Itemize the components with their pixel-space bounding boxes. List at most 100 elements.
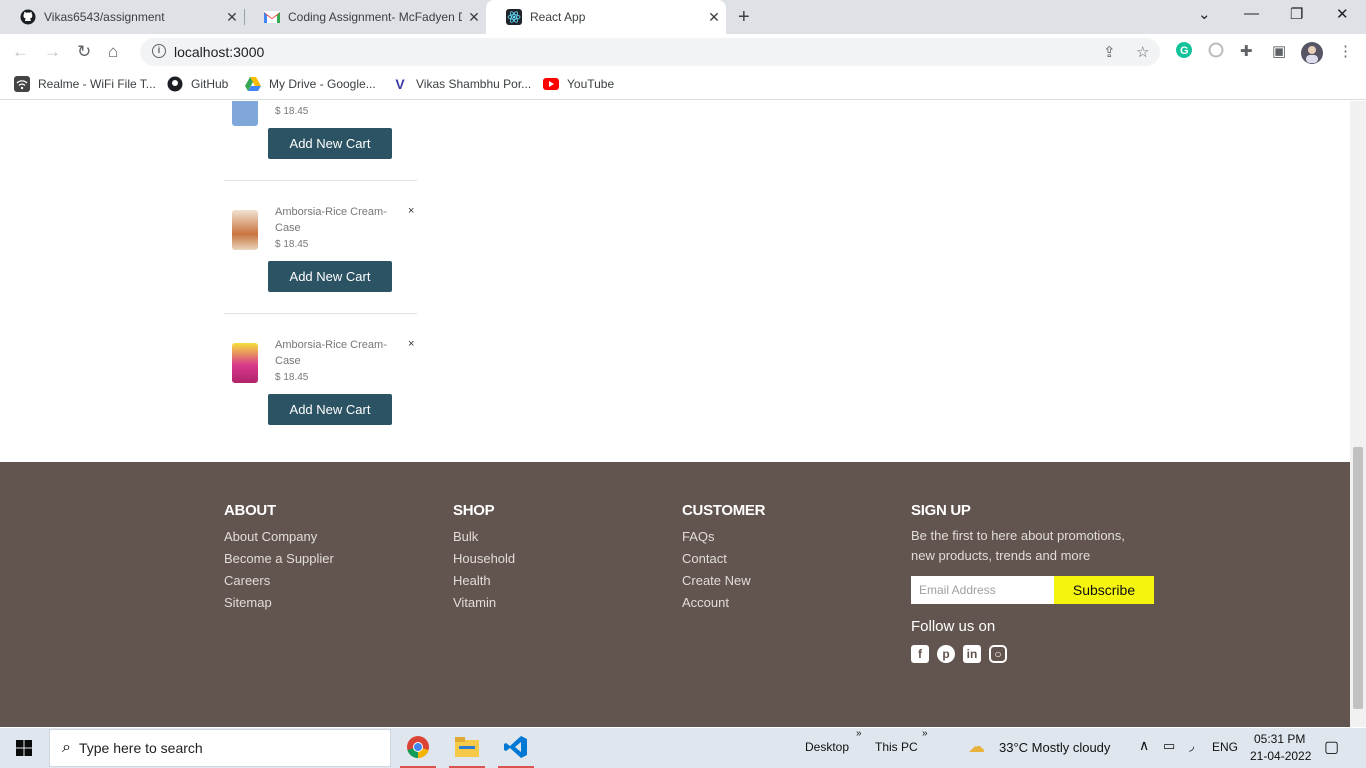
url-text: localhost:3000 <box>174 44 265 60</box>
taskbar-file-explorer[interactable] <box>447 733 487 768</box>
remove-item-icon[interactable]: × <box>408 205 414 217</box>
site-info-icon[interactable]: i <box>152 44 166 58</box>
github-icon <box>20 9 36 25</box>
tab-gmail[interactable]: Coding Assignment- McFadyen D ✕ <box>244 0 486 34</box>
bookmark-portfolio[interactable]: V Vikas Shambhu Por... <box>392 76 531 92</box>
cart-item: Amborsia-Rice Cream-Case × $ 18.45 Add N… <box>224 337 417 457</box>
add-new-cart-button[interactable]: Add New Cart <box>268 261 392 292</box>
restore-icon[interactable]: ❐ <box>1290 5 1303 23</box>
product-price: $ 18.45 <box>275 372 309 383</box>
puzzle-extensions-icon[interactable]: ✚ <box>1240 42 1253 60</box>
share-icon[interactable]: ⇪ <box>1103 43 1116 61</box>
minimize-icon[interactable]: — <box>1244 5 1259 22</box>
page-content: $ 18.45 Add New Cart Amborsia-Rice Cream… <box>0 101 1350 727</box>
search-placeholder: Type here to search <box>78 740 203 756</box>
footer-link[interactable]: Household <box>453 548 515 570</box>
subscribe-button[interactable]: Subscribe <box>1054 576 1154 604</box>
taskbar-search[interactable]: ⌕ Type here to search <box>49 729 391 767</box>
remove-item-icon[interactable]: × <box>408 338 414 350</box>
social-icons: f p in ○ <box>911 645 1154 663</box>
product-price: $ 18.45 <box>275 106 309 117</box>
bookmark-youtube[interactable]: YouTube <box>543 76 614 92</box>
taskbar: ⌕ Type here to search Desktop » This PC … <box>0 728 1366 768</box>
desktop-toolbar[interactable]: Desktop <box>805 740 849 754</box>
side-panel-icon[interactable]: ▣ <box>1272 42 1286 60</box>
footer-link[interactable]: About Company <box>224 526 334 548</box>
avatar[interactable] <box>1301 42 1323 68</box>
tab-github[interactable]: Vikas6543/assignment ✕ <box>0 0 244 34</box>
item-divider <box>224 313 417 314</box>
youtube-icon <box>543 76 559 92</box>
weather-icon[interactable]: ☁ <box>968 737 985 757</box>
gmail-icon <box>264 9 280 25</box>
signup-text: Be the first to here about promotions, n… <box>911 528 1125 563</box>
footer-link[interactable]: Vitamin <box>453 592 515 614</box>
show-hidden-icons-icon[interactable]: ∧ <box>1139 737 1149 754</box>
chevron-icon[interactable]: » <box>856 728 862 739</box>
new-tab-icon[interactable]: + <box>738 6 750 29</box>
forward-icon[interactable]: → <box>44 42 61 62</box>
tab-title: Vikas6543/assignment <box>44 10 165 24</box>
bookmark-realme[interactable]: Realme - WiFi File T... <box>14 76 156 92</box>
product-image <box>232 343 258 383</box>
address-toolbar: ← → ↻ ⌂ i localhost:3000 ⇪ ☆ G ✚ ▣ ⋮ <box>0 34 1366 70</box>
footer-link[interactable]: Account <box>682 592 765 614</box>
footer-link[interactable]: Create New <box>682 570 765 592</box>
email-input[interactable] <box>911 576 1054 604</box>
thispc-toolbar[interactable]: This PC <box>875 740 918 754</box>
footer-link[interactable]: Become a Supplier <box>224 548 334 570</box>
omnibox[interactable]: i localhost:3000 ⇪ ☆ <box>140 38 1160 66</box>
add-new-cart-button[interactable]: Add New Cart <box>268 394 392 425</box>
close-window-icon[interactable]: ✕ <box>1336 5 1349 23</box>
footer-shop: SHOP Bulk Household Health Vitamin <box>453 502 515 614</box>
bookmark-drive[interactable]: My Drive - Google... <box>245 76 376 92</box>
language-indicator[interactable]: ENG <box>1212 740 1238 754</box>
footer-link[interactable]: Bulk <box>453 526 515 548</box>
grammarly-icon[interactable]: G <box>1176 42 1192 62</box>
instagram-icon[interactable]: ○ <box>989 645 1007 663</box>
product-price: $ 18.45 <box>275 239 309 250</box>
weather-text[interactable]: 33°C Mostly cloudy <box>999 740 1110 755</box>
footer-signup: SIGN UP Be the first to here about promo… <box>911 502 1154 663</box>
menu-kebab-icon[interactable]: ⋮ <box>1338 42 1353 60</box>
github-icon <box>167 76 183 92</box>
reload-icon[interactable]: ↻ <box>77 42 91 62</box>
close-tab-icon[interactable]: ✕ <box>702 9 726 26</box>
footer: ABOUT About Company Become a Supplier Ca… <box>0 462 1350 727</box>
footer-customer: CUSTOMER FAQs Contact Create New Account <box>682 502 765 614</box>
linkedin-icon[interactable]: in <box>963 645 981 663</box>
back-icon[interactable]: ← <box>12 42 29 62</box>
product-name: Amborsia-Rice Cream-Case <box>275 339 387 367</box>
clock-time[interactable]: 05:31 PM <box>1254 732 1305 746</box>
scrollbar[interactable] <box>1350 101 1366 727</box>
bookmark-label: Realme - WiFi File T... <box>38 77 156 91</box>
footer-link[interactable]: FAQs <box>682 526 765 548</box>
taskbar-vscode[interactable] <box>496 733 536 768</box>
footer-link[interactable]: Health <box>453 570 515 592</box>
bookmark-label: My Drive - Google... <box>269 77 376 91</box>
network-icon[interactable]: ◞ <box>1189 738 1194 754</box>
footer-link[interactable]: Careers <box>224 570 334 592</box>
vscode-icon <box>504 735 528 764</box>
bookmark-github[interactable]: GitHub <box>167 76 228 92</box>
bookmark-star-icon[interactable]: ☆ <box>1136 43 1149 61</box>
home-icon[interactable]: ⌂ <box>108 42 118 62</box>
notification-icon[interactable]: ▢ <box>1324 737 1339 757</box>
footer-link[interactable]: Sitemap <box>224 592 334 614</box>
facebook-icon[interactable]: f <box>911 645 929 663</box>
add-new-cart-button[interactable]: Add New Cart <box>268 128 392 159</box>
footer-link[interactable]: Contact <box>682 548 765 570</box>
battery-icon[interactable]: ▭ <box>1163 738 1175 754</box>
pinterest-icon[interactable]: p <box>937 645 955 663</box>
extension-ring-icon[interactable] <box>1208 42 1224 62</box>
windows-start-icon[interactable] <box>16 740 32 761</box>
taskbar-chrome[interactable] <box>398 733 438 768</box>
scrollbar-thumb[interactable] <box>1353 447 1363 709</box>
tab-react-app[interactable]: React App ✕ <box>486 0 726 34</box>
tab-search-chevron-icon[interactable]: ⌄ <box>1198 5 1211 23</box>
chevron-icon[interactable]: » <box>922 728 928 739</box>
bookmark-label: YouTube <box>567 77 615 91</box>
close-tab-icon[interactable]: ✕ <box>462 9 486 26</box>
clock-date[interactable]: 21-04-2022 <box>1250 749 1311 763</box>
close-tab-icon[interactable]: ✕ <box>220 9 244 26</box>
